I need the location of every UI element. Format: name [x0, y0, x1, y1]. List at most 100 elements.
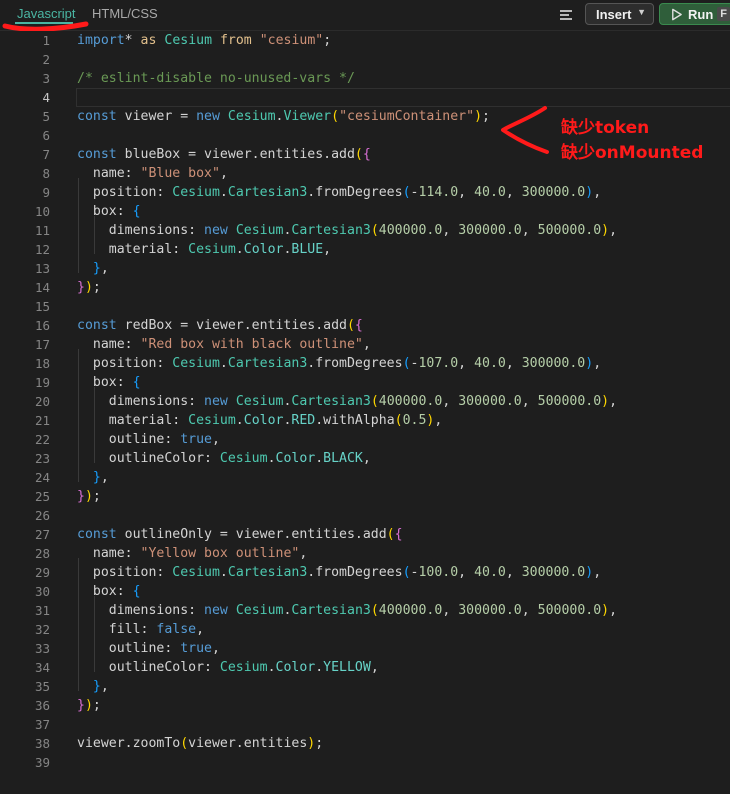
line-number: 22: [34, 432, 50, 447]
code-line[interactable]: 17 name: "Red box with black outline",: [0, 335, 730, 354]
code-line[interactable]: 26: [0, 506, 730, 525]
code-token: Cartesian3: [291, 603, 371, 618]
annotation-note-token: 缺少token: [561, 118, 650, 138]
code-line[interactable]: 8 name: "Blue box",: [0, 164, 730, 183]
code-token: ,: [505, 356, 522, 371]
line-number: 3: [42, 71, 50, 86]
code-line[interactable]: 2: [0, 50, 730, 69]
code-line[interactable]: 25});: [0, 487, 730, 506]
code-token: .fromDegrees: [307, 185, 403, 200]
tab-html-css[interactable]: HTML/CSS: [92, 6, 158, 22]
code-token: name:: [77, 546, 141, 561]
code-line[interactable]: 30 box: {: [0, 582, 730, 601]
code-token: 300000.0: [521, 565, 586, 580]
code-token: Cesium: [188, 413, 236, 428]
code-token: outlineColor:: [77, 451, 220, 466]
line-number: 2: [42, 52, 50, 67]
code-line[interactable]: 18 position: Cesium.Cartesian3.fromDegre…: [0, 354, 730, 373]
code-token: }: [92, 470, 101, 485]
code-line[interactable]: 12 material: Cesium.Color.BLUE,: [0, 240, 730, 259]
code-line[interactable]: 1 import* as Cesium from "cesium";: [0, 31, 730, 50]
code-line[interactable]: 11 dimensions: new Cesium.Cartesian3(400…: [0, 221, 730, 240]
line-number: 32: [34, 622, 50, 637]
code-text: position: Cesium.Cartesian3.fromDegrees(…: [77, 183, 601, 202]
code-token: (: [370, 394, 379, 409]
code-line[interactable]: 39: [0, 753, 730, 772]
code-token: ,: [100, 470, 109, 485]
code-token: "cesium": [259, 33, 324, 48]
code-line[interactable]: 33 outline: true,: [0, 639, 730, 658]
run-button[interactable]: Run F: [659, 3, 730, 25]
code-line[interactable]: 19 box: {: [0, 373, 730, 392]
code-token: ,: [458, 356, 475, 371]
code-token: .: [219, 565, 228, 580]
code-line[interactable]: 3 /* eslint-disable no-unused-vars */: [0, 69, 730, 88]
code-line[interactable]: 34 outlineColor: Cesium.Color.YELLOW,: [0, 658, 730, 677]
code-text: outlineColor: Cesium.Color.BLACK,: [77, 449, 371, 468]
code-line[interactable]: 16 const redBox = viewer.entities.add({: [0, 316, 730, 335]
code-token: 400000.0: [378, 223, 443, 238]
code-line[interactable]: 31 dimensions: new Cesium.Cartesian3(400…: [0, 601, 730, 620]
code-text: box: {: [77, 202, 141, 221]
code-token: Cartesian3: [291, 394, 371, 409]
code-line[interactable]: 28 name: "Yellow box outline",: [0, 544, 730, 563]
code-token: (: [346, 318, 355, 333]
code-text: name: "Red box with black outline",: [77, 335, 371, 354]
code-line[interactable]: 35 },: [0, 677, 730, 696]
line-number: 11: [34, 223, 50, 238]
code-token: ,: [458, 185, 475, 200]
insert-button[interactable]: Insert ▼: [585, 3, 654, 25]
code-token: "cesiumContainer": [339, 109, 475, 124]
code-line[interactable]: 36});: [0, 696, 730, 715]
code-token: ): [474, 109, 483, 124]
code-token: box:: [77, 375, 133, 390]
line-number: 13: [34, 261, 50, 276]
code-token: ,: [370, 660, 379, 675]
code-text: },: [77, 259, 109, 278]
code-line[interactable]: 20 dimensions: new Cesium.Cartesian3(400…: [0, 392, 730, 411]
code-text: const viewer = new Cesium.Viewer("cesium…: [77, 107, 490, 126]
code-token: ): [84, 280, 93, 295]
code-token: new: [204, 223, 228, 238]
code-line[interactable]: 38 viewer.zoomTo(viewer.entities);: [0, 734, 730, 753]
code-line[interactable]: 37: [0, 715, 730, 734]
code-line[interactable]: 9 position: Cesium.Cartesian3.fromDegree…: [0, 183, 730, 202]
line-number: 28: [34, 546, 50, 561]
code-line[interactable]: 24 },: [0, 468, 730, 487]
run-button-label: Run: [688, 6, 714, 22]
code-token: ,: [211, 432, 220, 447]
code-line[interactable]: 32 fill: false,: [0, 620, 730, 639]
code-line[interactable]: 14});: [0, 278, 730, 297]
code-token: 300000.0: [458, 603, 522, 618]
code-line[interactable]: 10 box: {: [0, 202, 730, 221]
code-token: 40.0: [474, 185, 506, 200]
code-token: Cesium: [235, 603, 284, 618]
code-token: box:: [77, 584, 133, 599]
code-line[interactable]: 13 },: [0, 259, 730, 278]
code-token: }: [77, 280, 85, 295]
code-token: (: [402, 565, 411, 580]
list-icon[interactable]: [560, 8, 574, 22]
code-token: Cartesian3: [227, 185, 308, 200]
code-token: }: [77, 698, 85, 713]
code-line[interactable]: 21 material: Cesium.Color.RED.withAlpha(…: [0, 411, 730, 430]
run-shortcut-key: F: [717, 7, 730, 21]
code-token: ,: [609, 394, 618, 409]
code-token: ): [585, 565, 594, 580]
line-number: 14: [34, 280, 50, 295]
code-line[interactable]: 15: [0, 297, 730, 316]
code-line[interactable]: 4: [0, 88, 730, 107]
code-line[interactable]: 22 outline: true,: [0, 430, 730, 449]
code-token: Cartesian3: [227, 565, 308, 580]
code-line[interactable]: 23 outlineColor: Cesium.Color.BLACK,: [0, 449, 730, 468]
line-number: 18: [34, 356, 50, 371]
code-token: material:: [77, 413, 189, 428]
red-scribble-underline: [2, 21, 89, 32]
line-number: 33: [34, 641, 50, 656]
code-line[interactable]: 27 const outlineOnly = viewer.entities.ad…: [0, 525, 730, 544]
line-number: 19: [34, 375, 50, 390]
code-line[interactable]: 29 position: Cesium.Cartesian3.fromDegre…: [0, 563, 730, 582]
line-number: 30: [34, 584, 50, 599]
